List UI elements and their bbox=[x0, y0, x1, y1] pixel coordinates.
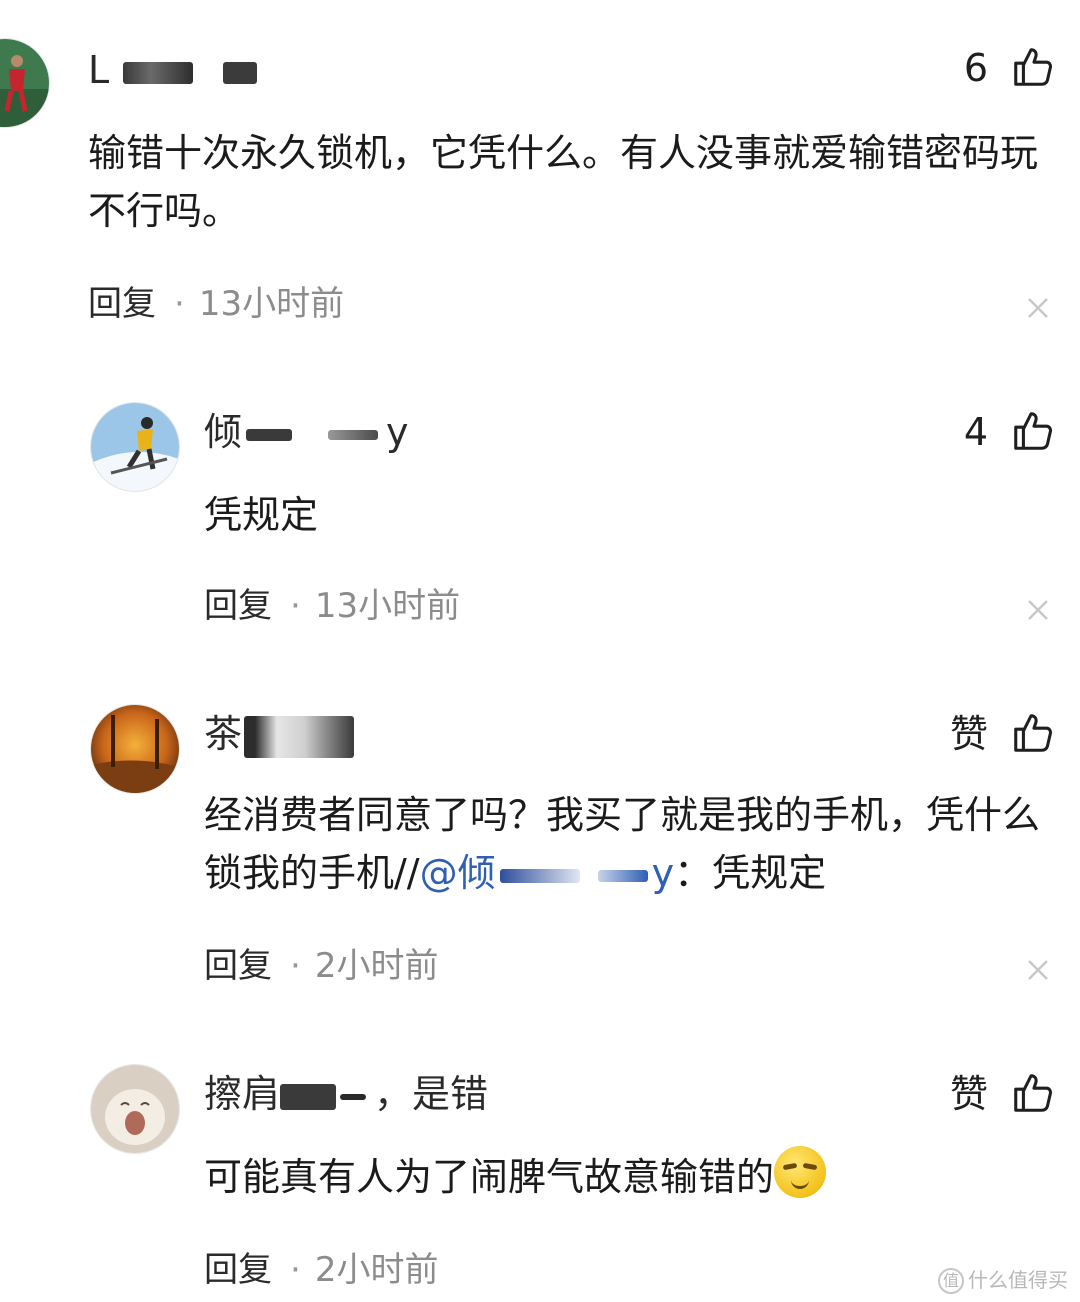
comment-text: 输错十次永久锁机，它凭什么。有人没事就爱输错密码玩不行吗。 bbox=[88, 131, 1039, 233]
timestamp: 2小时前 bbox=[314, 1250, 439, 1290]
smirk-emoji-icon bbox=[774, 1146, 827, 1198]
comment-meta: 回复 · 2小时前 bbox=[204, 1250, 439, 1290]
censor-mosaic bbox=[244, 715, 355, 758]
comment-text: 凭规定 bbox=[204, 493, 319, 537]
like-count: 赞 bbox=[949, 1072, 988, 1116]
comment-item: 倾y 4 凭规定 回复 · 13小时前 bbox=[0, 360, 1080, 680]
comment-meta: 回复 · 13小时前 bbox=[88, 284, 345, 324]
comment-text: 经消费者同意了吗？我买了就是我的手机，凭什么锁我的手机//@倾 y：凭规定 bbox=[204, 793, 1041, 895]
censor-mosaic bbox=[597, 869, 648, 882]
avatar[interactable] bbox=[90, 704, 180, 794]
censor-mosaic bbox=[123, 61, 194, 84]
thumbs-up-icon[interactable] bbox=[1010, 1070, 1056, 1116]
reply-button[interactable]: 回复 bbox=[204, 586, 272, 626]
thumbs-up-icon[interactable] bbox=[1010, 408, 1056, 454]
close-icon[interactable] bbox=[1026, 296, 1050, 320]
thumbs-up-icon[interactable] bbox=[1010, 710, 1056, 756]
comment-item: L 6 输错十次永久锁机，它凭什么。有人没事就爱输错密码玩不行吗。 回复 · 13小… bbox=[0, 0, 1080, 360]
watermark: 值什么值得买 bbox=[938, 1264, 1068, 1294]
close-icon[interactable] bbox=[1026, 958, 1050, 982]
censor-mosaic bbox=[340, 1093, 367, 1100]
username[interactable]: L bbox=[88, 48, 258, 92]
reply-button[interactable]: 回复 bbox=[88, 284, 156, 324]
comment-text: 可能真有人为了闹脾气故意输错的 bbox=[204, 1146, 1040, 1206]
reply-button[interactable]: 回复 bbox=[204, 1250, 272, 1290]
reply-button[interactable]: 回复 bbox=[204, 946, 272, 986]
censor-mosaic bbox=[223, 61, 258, 84]
like-count: 赞 bbox=[949, 712, 988, 756]
like-count: 6 bbox=[963, 46, 988, 90]
censor-mosaic bbox=[280, 1083, 337, 1110]
comment-meta: 回复 · 2小时前 bbox=[204, 946, 439, 986]
comment-meta: 回复 · 13小时前 bbox=[204, 586, 461, 626]
username[interactable]: 擦肩 ，是错 bbox=[204, 1072, 488, 1116]
avatar[interactable] bbox=[90, 402, 180, 492]
avatar[interactable] bbox=[90, 1064, 180, 1154]
avatar[interactable] bbox=[0, 38, 50, 128]
timestamp: 13小时前 bbox=[314, 586, 461, 626]
censor-mosaic bbox=[328, 429, 379, 440]
comment-item: 擦肩 ，是错 赞 可能真有人为了闹脾气故意输错的 回复 · 2小时前 bbox=[0, 1040, 1080, 1302]
comment-item: 茶 赞 经消费者同意了吗？我买了就是我的手机，凭什么锁我的手机//@倾 y：凭规定… bbox=[0, 680, 1080, 1040]
mention-link[interactable]: @倾 y bbox=[420, 851, 675, 895]
watermark-logo-icon: 值 bbox=[938, 1268, 964, 1294]
thumbs-up-icon[interactable] bbox=[1010, 44, 1056, 90]
username[interactable]: 倾y bbox=[204, 410, 409, 454]
username[interactable]: 茶 bbox=[204, 712, 355, 758]
close-icon[interactable] bbox=[1026, 598, 1050, 622]
timestamp: 2小时前 bbox=[314, 946, 439, 986]
like-count: 4 bbox=[963, 410, 988, 454]
timestamp: 13小时前 bbox=[198, 284, 345, 324]
censor-mosaic bbox=[246, 428, 293, 441]
censor-mosaic bbox=[499, 868, 580, 883]
